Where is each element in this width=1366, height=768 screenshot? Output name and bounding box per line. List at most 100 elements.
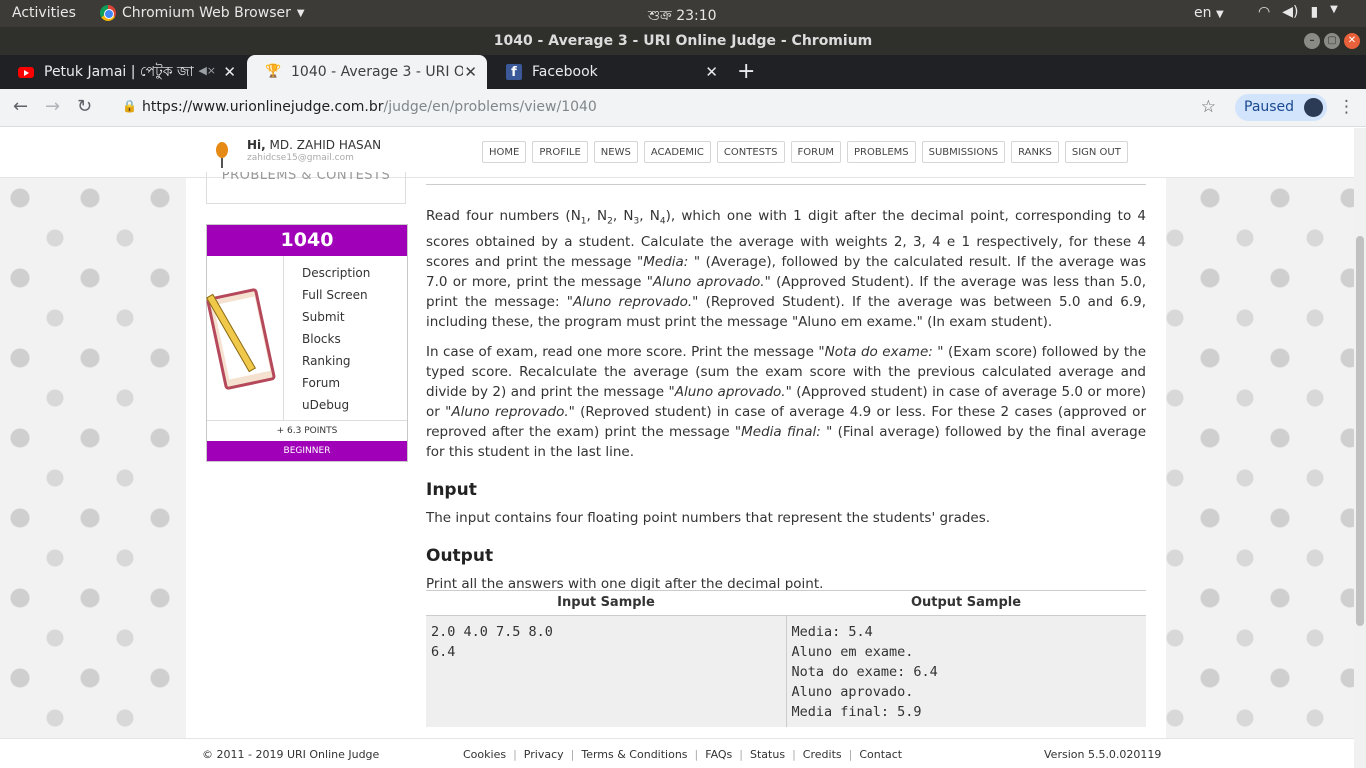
footer-link-cookies[interactable]: Cookies bbox=[463, 748, 506, 761]
menu-sign-out[interactable]: SIGN OUT bbox=[1064, 141, 1128, 163]
link-submit[interactable]: Submit bbox=[302, 306, 370, 328]
clipboard-icon bbox=[205, 284, 281, 391]
new-tab-button[interactable]: + bbox=[737, 59, 755, 84]
language-label: en bbox=[1194, 5, 1212, 21]
footer-link-privacy[interactable]: Privacy bbox=[524, 748, 564, 761]
menu-problems[interactable]: PROBLEMS bbox=[847, 141, 916, 163]
footer-link-status[interactable]: Status bbox=[750, 748, 785, 761]
more-menu-icon[interactable]: ⋮ bbox=[1338, 97, 1355, 117]
chromium-icon bbox=[100, 5, 116, 21]
facebook-icon: f bbox=[506, 64, 522, 80]
dropdown-arrow-icon: ▼ bbox=[1215, 9, 1224, 20]
tab-title: Facebook bbox=[532, 64, 598, 80]
paused-label: Paused bbox=[1244, 99, 1295, 115]
tab-title: 1040 - Average 3 - URI Onli bbox=[291, 64, 463, 80]
problems-contests-box[interactable]: PROBLEMS & CONTESTS bbox=[206, 172, 406, 204]
user-name: MD. ZAHID HASAN bbox=[269, 138, 382, 152]
description-paragraph-2: In case of exam, read one more score. Pr… bbox=[426, 343, 1146, 460]
close-tab-button[interactable]: ✕ bbox=[705, 63, 718, 81]
page-scrollbar[interactable] bbox=[1354, 128, 1366, 768]
system-tray[interactable]: ◠ ◀) ▮ ▼ bbox=[1258, 4, 1338, 20]
output-heading: Output bbox=[426, 545, 494, 566]
tab-uri[interactable]: 🏆 1040 - Average 3 - URI Onli ✕ bbox=[247, 55, 487, 89]
mute-icon[interactable]: ◀× bbox=[198, 64, 216, 77]
tab-facebook[interactable]: f Facebook ✕ bbox=[488, 55, 728, 89]
user-avatar[interactable] bbox=[206, 136, 238, 168]
link-description[interactable]: Description bbox=[302, 262, 370, 284]
url-host: https://www.urionlinejudge.com.br bbox=[142, 99, 384, 115]
bookmark-star-icon[interactable]: ☆ bbox=[1201, 97, 1216, 117]
tab-strip: Petuk Jamai | পেটুক জামা ◀× ✕ 🏆 1040 - A… bbox=[0, 55, 1366, 89]
page-footer: © 2011 - 2019 URI Online Judge Cookies | … bbox=[0, 738, 1354, 768]
menu-news[interactable]: NEWS bbox=[593, 141, 638, 163]
samples-table: Input Sample Output Sample 2.0 4.0 7.5 8… bbox=[426, 590, 1146, 727]
window-title-bar: 1040 - Average 3 - URI Online Judge - Ch… bbox=[0, 27, 1366, 55]
output-sample: Media: 5.4 Aluno em exame. Nota do exame… bbox=[791, 624, 938, 720]
menu-profile[interactable]: PROFILE bbox=[532, 141, 588, 163]
input-text: The input contains four floating point n… bbox=[426, 509, 991, 526]
link-ranking[interactable]: Ranking bbox=[302, 350, 370, 372]
page-viewport: Hi, MD. ZAHID HASAN zahidcse15@gmail.com… bbox=[0, 128, 1366, 768]
main-content: PROBLEMS & CONTESTS 1040 Description Ful… bbox=[186, 172, 1166, 738]
problem-card: 1040 Description Full Screen Submit Bloc… bbox=[205, 224, 408, 462]
menu-contests[interactable]: CONTESTS bbox=[716, 141, 785, 163]
input-sample: 2.0 4.0 7.5 8.0 6.4 bbox=[426, 616, 787, 727]
minimize-button[interactable]: – bbox=[1304, 33, 1320, 49]
menu-home[interactable]: HOME bbox=[482, 141, 527, 163]
activities-button[interactable]: Activities bbox=[12, 5, 76, 21]
description-paragraph-1: Read four numbers (N1, N2, N3, N4), whic… bbox=[426, 208, 1147, 330]
profile-paused-button[interactable]: Paused bbox=[1235, 94, 1327, 121]
scrollbar-thumb[interactable] bbox=[1356, 236, 1364, 626]
input-heading: Input bbox=[426, 479, 477, 500]
user-greeting[interactable]: Hi, MD. ZAHID HASAN bbox=[247, 138, 381, 152]
maximize-button[interactable]: ▢ bbox=[1324, 33, 1340, 49]
battery-icon: ▮ bbox=[1310, 4, 1319, 20]
footer-link-contact[interactable]: Contact bbox=[859, 748, 902, 761]
profile-avatar bbox=[1304, 98, 1323, 117]
menu-academic[interactable]: ACADEMIC bbox=[643, 141, 711, 163]
user-email: zahidcse15@gmail.com bbox=[247, 153, 354, 163]
footer-link-credits[interactable]: Credits bbox=[803, 748, 842, 761]
system-clock[interactable]: শুক্র 23:10 bbox=[648, 4, 717, 28]
close-tab-button[interactable]: ✕ bbox=[223, 63, 236, 81]
close-window-button[interactable]: ✕ bbox=[1344, 33, 1360, 49]
problem-points: + 6.3 POINTS bbox=[207, 420, 407, 440]
link-blocks[interactable]: Blocks bbox=[302, 328, 370, 350]
app-menu-label: Chromium Web Browser bbox=[122, 5, 291, 21]
lock-icon[interactable]: 🔒 bbox=[122, 99, 137, 113]
forward-button[interactable]: → bbox=[45, 96, 60, 117]
tab-title: Petuk Jamai | পেটুক জামা bbox=[44, 64, 194, 80]
footer-link-terms[interactable]: Terms & Conditions bbox=[581, 748, 687, 761]
browser-toolbar: ← → ↻ 🔒 https://www.urionlinejudge.com.b… bbox=[0, 89, 1366, 127]
problem-number: 1040 bbox=[207, 225, 407, 256]
input-sample-header: Input Sample bbox=[557, 595, 655, 610]
youtube-icon bbox=[18, 66, 34, 78]
dropdown-arrow-icon: ▼ bbox=[296, 7, 305, 19]
app-menu[interactable]: Chromium Web Browser ▼ bbox=[100, 5, 305, 21]
tab-youtube[interactable]: Petuk Jamai | পেটুক জামা ◀× ✕ bbox=[0, 55, 246, 89]
menu-forum[interactable]: FORUM bbox=[790, 141, 842, 163]
problem-description: Read four numbers (N1, N2, N3, N4), whic… bbox=[426, 206, 1146, 604]
uri-trophy-icon: 🏆 bbox=[265, 64, 282, 79]
link-udebug[interactable]: uDebug bbox=[302, 394, 370, 416]
close-tab-button[interactable]: ✕ bbox=[464, 63, 477, 81]
volume-icon: ◀) bbox=[1282, 4, 1299, 20]
back-button[interactable]: ← bbox=[13, 96, 28, 117]
url-text: https://www.urionlinejudge.com.br/judge/… bbox=[142, 99, 597, 115]
output-sample-header: Output Sample bbox=[910, 595, 1022, 610]
footer-links: Cookies | Privacy | Terms & Conditions | FA… bbox=[463, 748, 903, 761]
menu-submissions[interactable]: SUBMISSIONS bbox=[921, 141, 1006, 163]
wifi-icon: ◠ bbox=[1258, 4, 1271, 20]
menu-ranks[interactable]: RANKS bbox=[1011, 141, 1059, 163]
problem-links: Description Full Screen Submit Blocks Ra… bbox=[302, 262, 370, 416]
link-full-screen[interactable]: Full Screen bbox=[302, 284, 370, 306]
language-indicator[interactable]: en ▼ bbox=[1194, 5, 1224, 21]
prev-box-label: PROBLEMS & CONTESTS bbox=[221, 172, 391, 183]
system-top-bar: Activities Chromium Web Browser ▼ শুক্র … bbox=[0, 0, 1366, 27]
footer-link-faqs[interactable]: FAQs bbox=[705, 748, 732, 761]
divider bbox=[426, 184, 1146, 185]
link-forum[interactable]: Forum bbox=[302, 372, 370, 394]
address-bar[interactable]: 🔒 https://www.urionlinejudge.com.br/judg… bbox=[112, 93, 1226, 123]
reload-button[interactable]: ↻ bbox=[77, 96, 92, 117]
url-path: /judge/en/problems/view/1040 bbox=[383, 99, 597, 115]
